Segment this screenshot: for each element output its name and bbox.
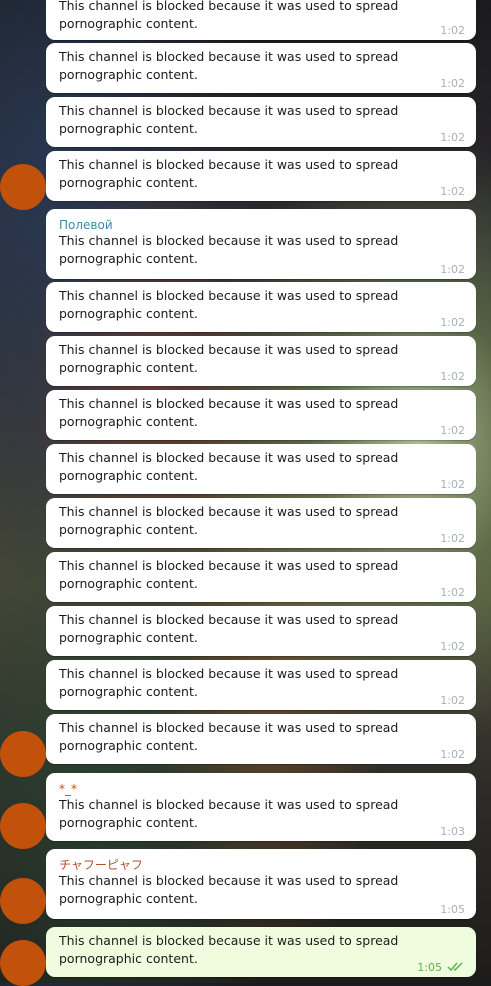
message-time: 1:02 <box>440 640 465 653</box>
message-bubble[interactable]: This channel is blocked because it was u… <box>46 498 476 548</box>
message-text: This channel is blocked because it was u… <box>59 157 399 190</box>
message-bubble[interactable]: チャフーピャフ This channel is blocked because … <box>46 849 476 919</box>
message-bubble[interactable]: This channel is blocked because it was u… <box>46 0 476 40</box>
message-time: 1:02 <box>440 77 465 90</box>
message-text: This channel is blocked because it was u… <box>59 873 399 906</box>
message-time: 1:02 <box>440 263 465 276</box>
message-text: This channel is blocked because it was u… <box>59 720 399 753</box>
avatar[interactable] <box>0 731 46 777</box>
double-check-icon <box>447 962 463 972</box>
message-bubble[interactable]: This channel is blocked because it was u… <box>46 336 476 386</box>
message-time: 1:02 <box>440 316 465 329</box>
message-bubble[interactable]: *_* This channel is blocked because it w… <box>46 773 476 841</box>
message-text: This channel is blocked because it was u… <box>59 797 399 830</box>
avatar[interactable] <box>0 878 46 924</box>
avatar[interactable] <box>0 940 46 986</box>
message-text: This channel is blocked because it was u… <box>59 933 399 966</box>
message-bubble[interactable]: This channel is blocked because it was u… <box>46 151 476 201</box>
message-bubble[interactable]: This channel is blocked because it was u… <box>46 43 476 93</box>
sender-name[interactable]: Полевой <box>59 218 463 232</box>
message-text: This channel is blocked because it was u… <box>59 396 399 429</box>
message-bubble[interactable]: This channel is blocked because it was u… <box>46 444 476 494</box>
message-time: 1:03 <box>440 825 465 838</box>
chat-message-list[interactable]: This channel is blocked because it was u… <box>0 0 491 986</box>
message-text: This channel is blocked because it was u… <box>59 103 399 136</box>
message-time: 1:05 <box>440 903 465 916</box>
message-time: 1:05 <box>417 961 442 974</box>
sender-name[interactable]: チャフーピャフ <box>59 858 463 872</box>
message-text: This channel is blocked because it was u… <box>59 666 399 699</box>
message-time: 1:02 <box>440 370 465 383</box>
message-text: This channel is blocked because it was u… <box>59 288 399 321</box>
message-text: This channel is blocked because it was u… <box>59 450 399 483</box>
message-bubble[interactable]: This channel is blocked because it was u… <box>46 282 476 332</box>
message-text: This channel is blocked because it was u… <box>59 612 399 645</box>
message-text: This channel is blocked because it was u… <box>59 342 399 375</box>
message-bubble[interactable]: This channel is blocked because it was u… <box>46 390 476 440</box>
sender-name[interactable]: *_* <box>59 782 463 796</box>
message-bubble[interactable]: This channel is blocked because it was u… <box>46 606 476 656</box>
message-text: This channel is blocked because it was u… <box>59 49 399 82</box>
message-time: 1:02 <box>440 694 465 707</box>
message-time: 1:02 <box>440 185 465 198</box>
message-bubble[interactable]: This channel is blocked because it was u… <box>46 714 476 764</box>
message-time: 1:02 <box>440 478 465 491</box>
message-text: This channel is blocked because it was u… <box>59 0 399 31</box>
message-time: 1:02 <box>440 532 465 545</box>
avatar[interactable] <box>0 164 46 210</box>
message-text: This channel is blocked because it was u… <box>59 504 399 537</box>
message-time: 1:02 <box>440 748 465 761</box>
message-time: 1:02 <box>440 24 465 37</box>
message-text: This channel is blocked because it was u… <box>59 233 399 266</box>
message-bubble[interactable]: This channel is blocked because it was u… <box>46 97 476 147</box>
avatar[interactable] <box>0 803 46 849</box>
message-time: 1:02 <box>440 424 465 437</box>
message-bubble[interactable]: This channel is blocked because it was u… <box>46 660 476 710</box>
message-bubble[interactable]: Полевой This channel is blocked because … <box>46 209 476 279</box>
message-time: 1:02 <box>440 586 465 599</box>
outgoing-message-bubble[interactable]: This channel is blocked because it was u… <box>46 927 476 977</box>
message-time: 1:02 <box>440 131 465 144</box>
message-text: This channel is blocked because it was u… <box>59 558 399 591</box>
message-bubble[interactable]: This channel is blocked because it was u… <box>46 552 476 602</box>
